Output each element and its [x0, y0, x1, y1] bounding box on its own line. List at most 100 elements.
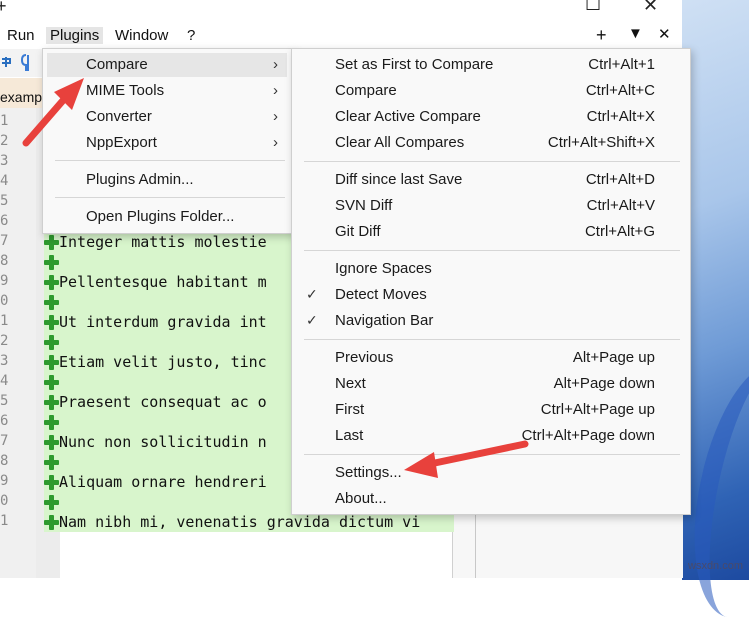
line-number: 1 — [0, 313, 9, 329]
checkmark-icon: ✓ — [306, 286, 318, 302]
line-number: 9 — [0, 273, 9, 289]
menu-separator — [304, 454, 680, 455]
added-line-highlight — [44, 252, 294, 272]
line-number: 6 — [0, 213, 9, 229]
line-number: 0 — [0, 293, 9, 309]
menu-window[interactable]: Window — [111, 27, 172, 44]
toolbar-icons[interactable] — [0, 49, 42, 77]
added-line-plus-icon — [42, 413, 60, 431]
compare-item-clear-all-compares[interactable]: Clear All Compares Ctrl+Alt+Shift+X — [296, 131, 684, 155]
menu-item-shortcut: Alt+Page down — [553, 375, 655, 392]
menu-plugins[interactable]: Plugins — [46, 27, 104, 44]
close-window-icon[interactable]: ✕ — [643, 0, 658, 16]
compare-item-last[interactable]: Last Ctrl+Alt+Page down — [296, 424, 684, 448]
maximize-icon[interactable]: ☐ — [585, 0, 601, 15]
menu-item-shortcut: Ctrl+Alt+Page down — [521, 427, 655, 444]
submenu-chevron-icon: › — [273, 134, 278, 151]
code-line[interactable]: Integer mattis molestie — [59, 233, 267, 251]
added-line-highlight — [44, 412, 294, 432]
code-line[interactable]: Etiam velit justo, tinc — [59, 353, 267, 371]
line-number: 3 — [0, 353, 9, 369]
added-line-plus-icon — [42, 393, 60, 411]
code-line[interactable]: Nunc non sollicitudin n — [59, 433, 267, 451]
line-number: 4 — [0, 173, 9, 189]
compare-item-settings[interactable]: Settings... — [296, 461, 684, 485]
added-line-plus-icon — [42, 513, 60, 531]
compare-item-svn-diff[interactable]: SVN Diff Ctrl+Alt+V — [296, 194, 684, 218]
tab-list-icon[interactable]: ▼ — [628, 25, 643, 42]
menu-item-label: About... — [335, 490, 387, 507]
line-number: 8 — [0, 253, 9, 269]
line-number: 5 — [0, 393, 9, 409]
line-number: 7 — [0, 233, 9, 249]
line-number: 6 — [0, 413, 9, 429]
line-number: 1 — [0, 113, 9, 129]
menu-item-shortcut: Ctrl+Alt+Page up — [540, 401, 655, 418]
menu-item-label: First — [335, 401, 365, 418]
document-tab[interactable]: examp — [0, 89, 42, 105]
menu-separator — [55, 160, 285, 161]
plugins-item-converter[interactable]: Converter › — [47, 105, 287, 129]
code-line[interactable]: Praesent consequat ac o — [59, 393, 267, 411]
line-number: 8 — [0, 453, 9, 469]
code-line[interactable]: Nam nibh mi, venenatis gravida dictum vi — [59, 513, 420, 531]
compare-item-diff-since-last-save[interactable]: Diff since last Save Ctrl+Alt+D — [296, 168, 684, 192]
added-line-plus-icon — [42, 333, 60, 351]
menu-separator — [304, 339, 680, 340]
compare-item-about[interactable]: About... — [296, 487, 684, 511]
compare-item-detect-moves[interactable]: ✓ Detect Moves — [296, 283, 684, 307]
plugins-item-open-plugins-folder[interactable]: Open Plugins Folder... — [47, 205, 287, 229]
added-line-plus-icon — [42, 373, 60, 391]
added-line-plus-icon — [42, 473, 60, 491]
line-number: 9 — [0, 473, 9, 489]
compare-item-git-diff[interactable]: Git Diff Ctrl+Alt+G — [296, 220, 684, 244]
plugins-item-compare[interactable]: Compare › — [47, 53, 287, 77]
code-line[interactable]: Pellentesque habitant m — [59, 273, 267, 291]
menu-item-shortcut: Ctrl+Alt+D — [585, 171, 655, 188]
plugins-item-nppexport[interactable]: NppExport › — [47, 131, 287, 155]
added-line-plus-icon — [42, 253, 60, 271]
menu-item-label: SVN Diff — [335, 197, 393, 214]
line-number: 4 — [0, 373, 9, 389]
compare-item-next[interactable]: Next Alt+Page down — [296, 372, 684, 396]
submenu-chevron-icon: › — [273, 108, 278, 125]
compare-item-first[interactable]: First Ctrl+Alt+Page up — [296, 398, 684, 422]
added-line-plus-icon — [42, 453, 60, 471]
compare-item-ignore-spaces[interactable]: Ignore Spaces — [296, 257, 684, 281]
plugins-item-plugins-admin[interactable]: Plugins Admin... — [47, 168, 287, 192]
menu-item-label: Detect Moves — [335, 286, 427, 303]
menu-item-label: Next — [335, 375, 366, 392]
plugins-item-mime-tools[interactable]: MIME Tools › — [47, 79, 287, 103]
added-line-plus-icon — [42, 353, 60, 371]
menu-item-label: Set as First to Compare — [335, 56, 494, 73]
line-number: 7 — [0, 433, 9, 449]
menu-item-label: Compare — [335, 82, 397, 99]
menu-item-label: Settings... — [335, 464, 402, 481]
title-bar: + ☐ ✕ — [0, 0, 682, 20]
compare-item-clear-active-compare[interactable]: Clear Active Compare Ctrl+Alt+X — [296, 105, 684, 129]
menu-item-shortcut: Ctrl+Alt+X — [586, 108, 655, 125]
compare-item-set-as-first-to-compare[interactable]: Set as First to Compare Ctrl+Alt+1 — [296, 53, 684, 77]
code-line[interactable]: Aliquam ornare hendreri — [59, 473, 267, 491]
menu-item-shortcut: Ctrl+Alt+Shift+X — [547, 134, 655, 151]
menu-run[interactable]: Run — [3, 27, 39, 44]
menu-help[interactable]: ? — [183, 27, 199, 44]
compare-item-compare[interactable]: Compare Ctrl+Alt+C — [296, 79, 684, 103]
line-number: 1 — [0, 513, 9, 529]
added-line-highlight — [44, 452, 294, 472]
added-line-plus-icon — [42, 433, 60, 451]
close-tab-icon[interactable]: ✕ — [658, 25, 671, 43]
added-line-highlight — [44, 292, 294, 312]
checkmark-icon: ✓ — [306, 312, 318, 328]
menu-item-shortcut: Ctrl+Alt+C — [585, 82, 655, 99]
compare-item-previous[interactable]: Previous Alt+Page up — [296, 346, 684, 370]
line-number: 2 — [0, 333, 9, 349]
line-number: 5 — [0, 193, 9, 209]
menu-item-label: Diff since last Save — [335, 171, 463, 188]
code-line[interactable]: Ut interdum gravida int — [59, 313, 267, 331]
menu-separator — [304, 161, 680, 162]
compare-item-navigation-bar[interactable]: ✓ Navigation Bar — [296, 309, 684, 333]
line-number: 3 — [0, 153, 9, 169]
new-tab-icon[interactable]: + — [596, 25, 607, 46]
menu-item-shortcut: Ctrl+Alt+G — [584, 223, 655, 240]
